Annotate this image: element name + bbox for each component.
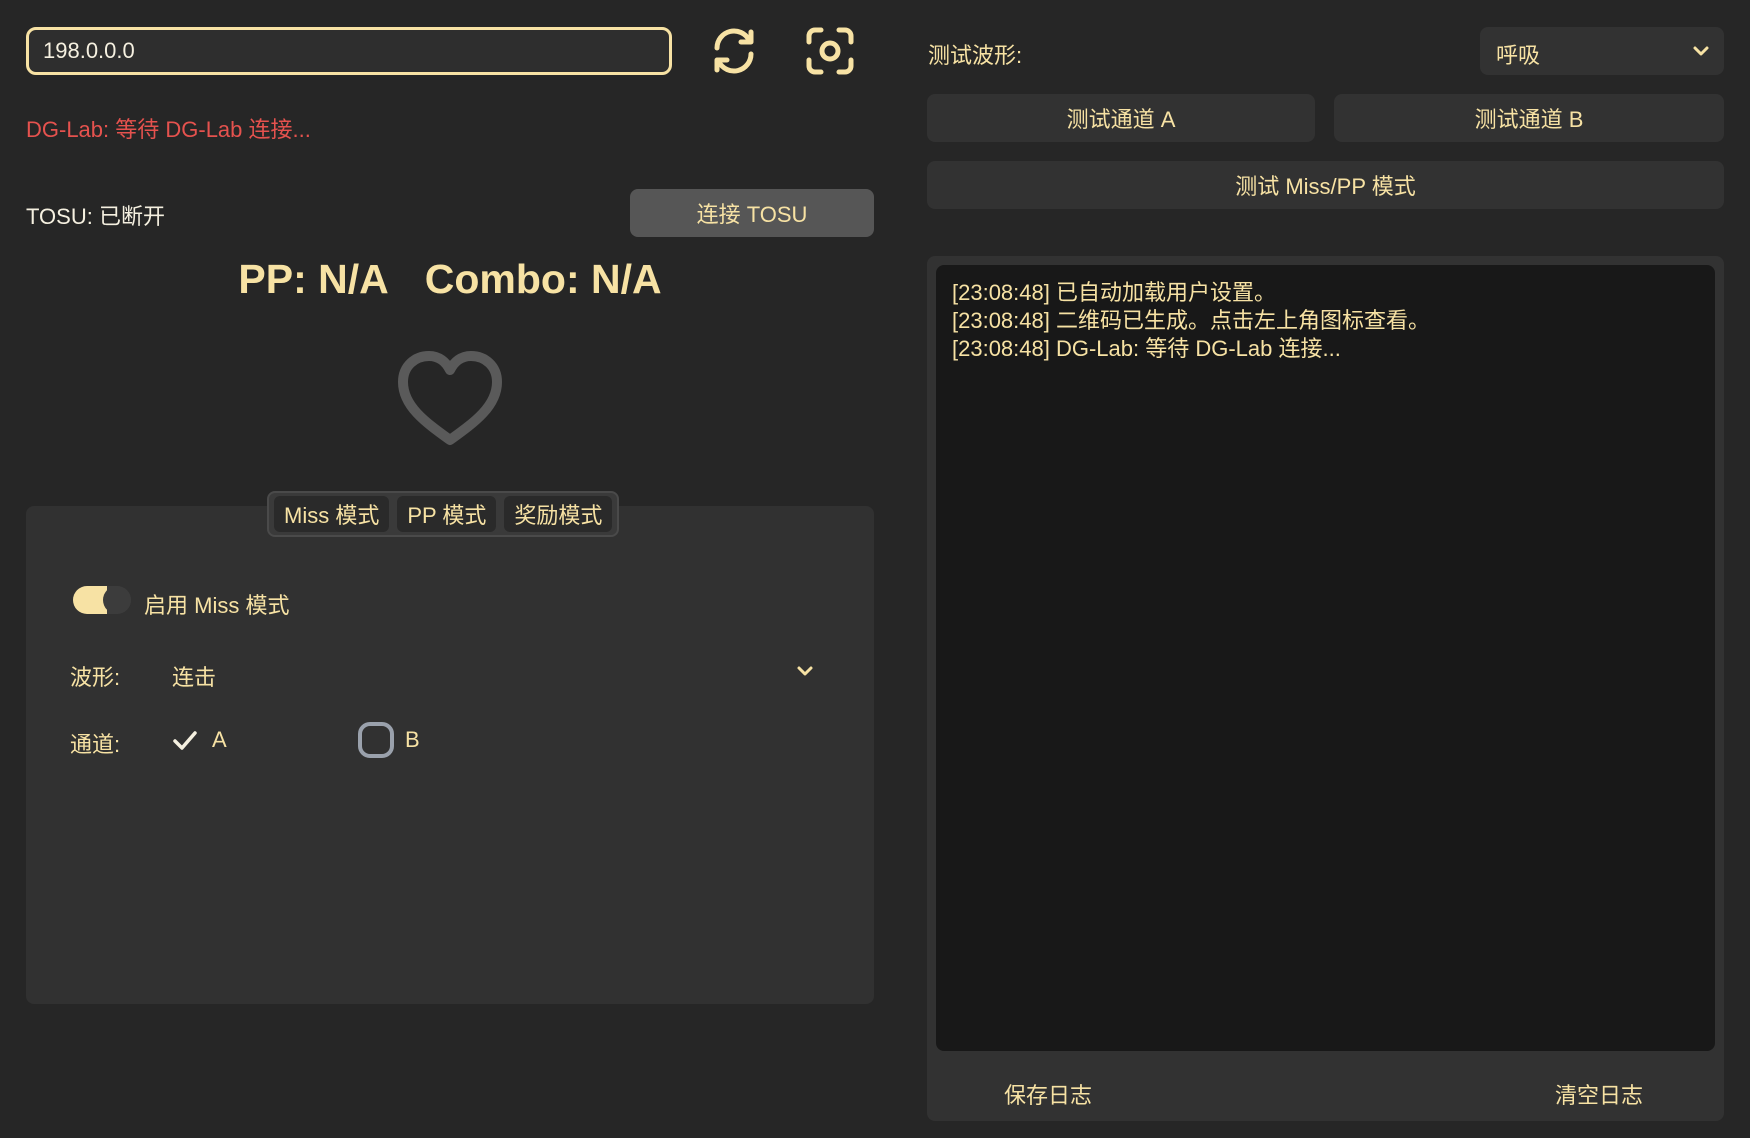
mode-settings-card: [26, 506, 874, 1004]
channel-b-label: B: [405, 727, 420, 752]
chevron-down-icon: [1693, 46, 1709, 56]
mode-tab-bar: Miss 模式 PP 模式 奖励模式: [267, 491, 620, 537]
log-line: [23:08:48] 已自动加载用户设置。: [952, 280, 1276, 305]
channel-a-label: A: [212, 727, 227, 752]
log-line: [23:08:48] DG-Lab: 等待 DG-Lab 连接...: [952, 336, 1341, 361]
tosu-status-text: TOSU: 已断开: [26, 204, 165, 229]
enable-miss-toggle[interactable]: [73, 586, 131, 614]
test-channel-a-button[interactable]: 测试通道 A: [927, 94, 1315, 142]
stats-row: PP: N/A Combo: N/A: [0, 256, 900, 303]
enable-miss-label: 启用 Miss 模式: [144, 593, 290, 618]
wave-select-value[interactable]: 连击: [172, 660, 216, 692]
tab-miss-mode[interactable]: Miss 模式: [274, 496, 390, 532]
refresh-icon: [714, 28, 754, 74]
app-window: DG-Lab: 等待 DG-Lab 连接... TOSU: 已断开 连接 TOS…: [0, 0, 1750, 1138]
test-wave-value: 呼吸: [1496, 43, 1541, 68]
tab-reward-mode[interactable]: 奖励模式: [504, 496, 613, 532]
test-miss-pp-button[interactable]: 测试 Miss/PP 模式: [927, 161, 1724, 209]
save-log-button[interactable]: 保存日志: [1004, 1078, 1092, 1110]
test-wave-select[interactable]: 呼吸: [1480, 27, 1724, 75]
channel-b-checkbox[interactable]: [358, 722, 394, 758]
test-wave-label: 测试波形:: [928, 43, 1023, 68]
pp-value: PP: N/A: [238, 256, 389, 302]
clear-log-button[interactable]: 清空日志: [1555, 1078, 1643, 1110]
refresh-button[interactable]: [705, 22, 763, 80]
log-output[interactable]: [23:08:48] 已自动加载用户设置。 [23:08:48] 二维码已生成。…: [936, 265, 1715, 1051]
combo-value: Combo: N/A: [424, 256, 662, 302]
dglab-status-text: DG-Lab: 等待 DG-Lab 连接...: [26, 117, 311, 142]
tab-pp-mode[interactable]: PP 模式: [397, 496, 497, 532]
heart-icon: [398, 351, 502, 445]
chevron-down-icon[interactable]: [796, 664, 814, 678]
check-icon[interactable]: [172, 728, 198, 752]
test-channel-b-button[interactable]: 测试通道 B: [1334, 94, 1724, 142]
ip-address-input[interactable]: [26, 27, 672, 75]
qr-scan-button[interactable]: [801, 22, 859, 80]
connect-tosu-button[interactable]: 连接 TOSU: [630, 189, 874, 237]
scan-icon: [806, 27, 854, 75]
channel-label: 通道:: [70, 732, 121, 757]
log-line: [23:08:48] 二维码已生成。点击左上角图标查看。: [952, 308, 1430, 333]
wave-label: 波形:: [70, 665, 121, 690]
